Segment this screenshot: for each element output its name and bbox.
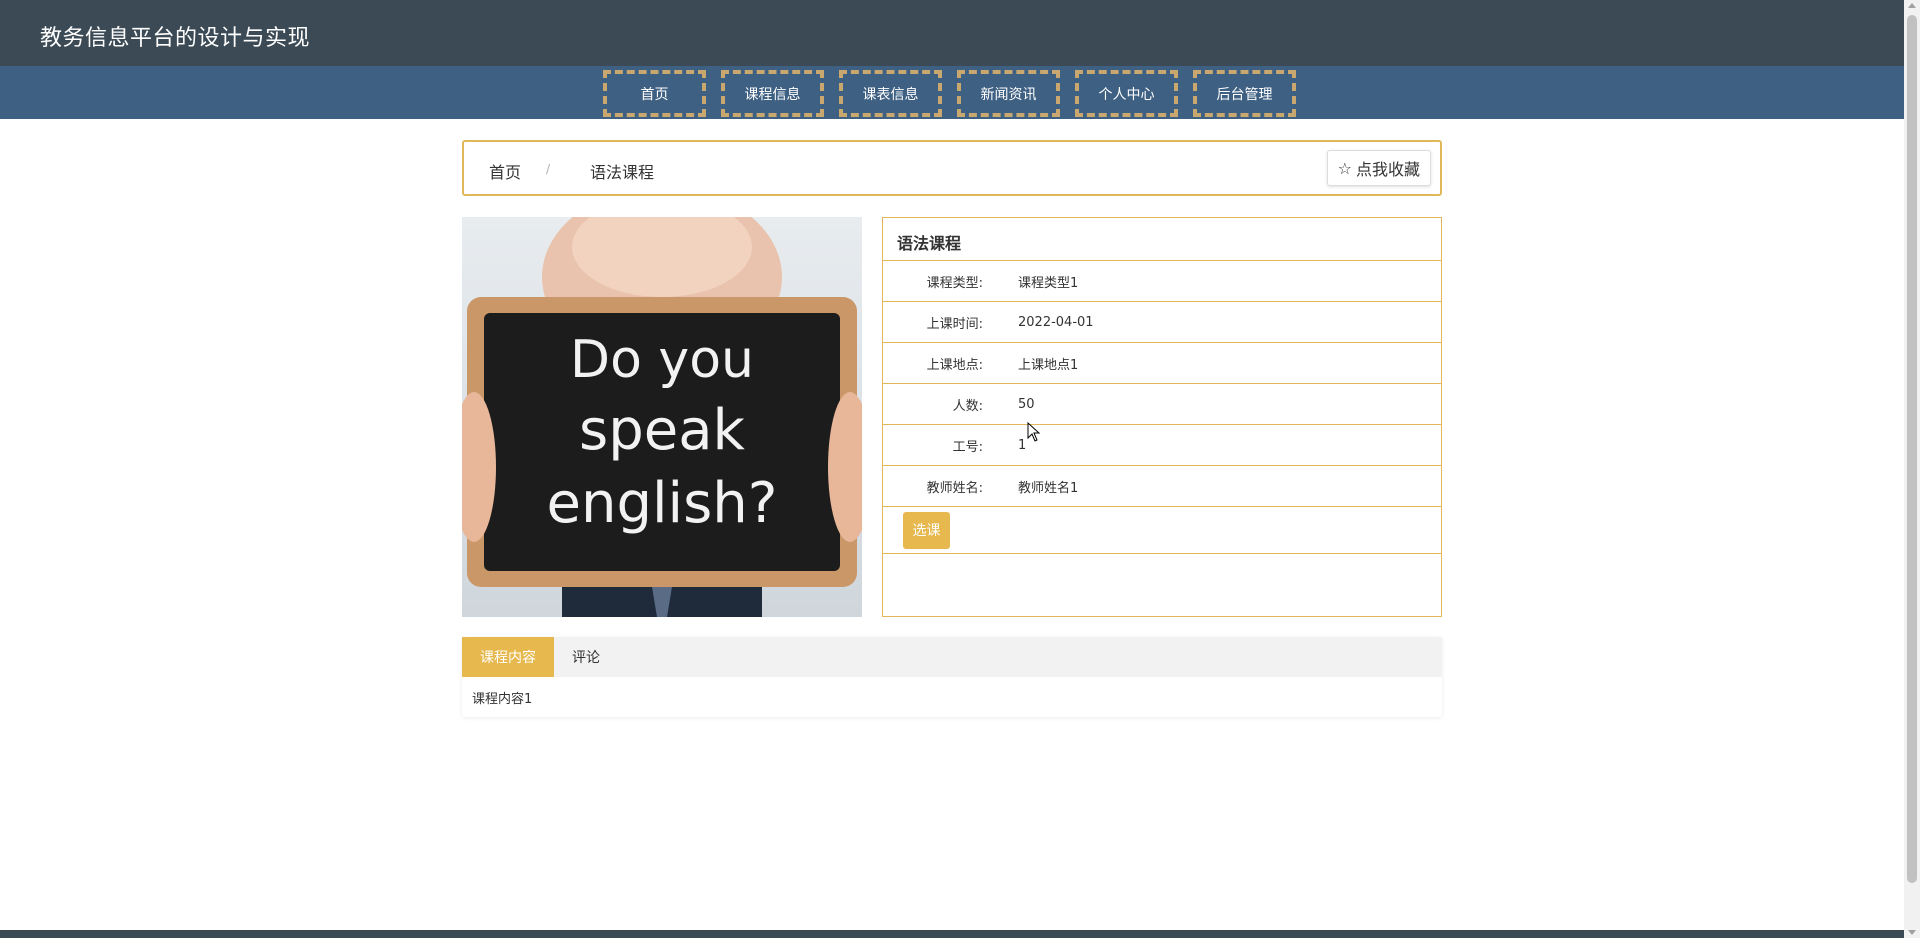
scroll-down-icon[interactable] [1908,930,1916,935]
info-label: 人数: [952,398,983,414]
image-line-1: Do you [570,330,754,390]
info-label: 工号: [952,439,983,455]
breadcrumb: 首页 / 语法课程 ☆ 点我收藏 [462,140,1442,196]
top-header: 教务信息平台的设计与实现 [0,0,1904,66]
image-line-2: speak [579,398,745,463]
tab-content: 课程内容1 [472,692,533,707]
info-row-capacity: 人数: 50 [883,384,1441,425]
info-value: 上课地点1 [1018,357,1079,373]
star-outline-icon: ☆ [1337,158,1352,178]
scroll-thumb[interactable] [1907,15,1917,883]
image-line-3: english? [547,471,778,536]
scroll-up-icon[interactable] [1908,3,1916,8]
nav-item-admin[interactable]: 后台管理 [1193,70,1296,117]
site-title: 教务信息平台的设计与实现 [40,26,311,51]
info-row-time: 上课时间: 2022-04-01 [883,302,1441,343]
info-label: 上课地点: [926,357,983,373]
course-tabs: 课程内容 评论 课程内容1 [462,637,1442,717]
select-course-button[interactable]: 选课 [903,511,950,549]
course-title: 语法课程 [883,218,1441,261]
breadcrumb-current: 语法课程 [590,163,655,182]
scrollbar[interactable] [1904,0,1920,938]
favorite-label: 点我收藏 [1355,160,1420,179]
info-value: 教师姓名1 [1018,480,1079,496]
main-nav: 首页 课程信息 课表信息 新闻资讯 个人中心 后台管理 [0,66,1904,119]
course-info-panel: 语法课程 课程类型: 课程类型1 上课时间: 2022-04-01 上课地点: … [882,217,1442,617]
course-image: Do you speak english? [462,217,862,617]
tab-comments[interactable]: 评论 [554,637,618,677]
breadcrumb-separator: / [546,162,551,176]
nav-item-schedule[interactable]: 课表信息 [839,70,942,117]
nav-item-home[interactable]: 首页 [603,70,706,117]
footer-strip [0,930,1904,938]
tab-bar: 课程内容 评论 [462,637,1442,677]
info-value: 50 [1018,396,1035,412]
nav-item-courses[interactable]: 课程信息 [721,70,824,117]
breadcrumb-home[interactable]: 首页 [489,159,521,183]
tab-course-content[interactable]: 课程内容 [462,637,554,677]
nav-item-news[interactable]: 新闻资讯 [957,70,1060,117]
info-row-type: 课程类型: 课程类型1 [883,261,1441,302]
info-value: 课程类型1 [1018,275,1079,291]
info-row-location: 上课地点: 上课地点1 [883,343,1441,384]
nav-item-profile[interactable]: 个人中心 [1075,70,1178,117]
info-label: 课程类型: [926,275,983,291]
action-row: 选课 [883,507,1441,554]
favorite-button[interactable]: ☆ 点我收藏 [1326,150,1431,186]
mouse-cursor-icon [1027,422,1041,442]
info-value: 2022-04-01 [1018,314,1094,330]
info-value: 1 [1018,437,1027,453]
info-row-teacher: 教师姓名: 教师姓名1 [883,466,1441,507]
info-label: 教师姓名: [926,480,983,496]
info-label: 上课时间: [926,316,983,332]
course-photo: Do you speak english? [462,217,862,617]
nav-list: 首页 课程信息 课表信息 新闻资讯 个人中心 后台管理 [603,70,1296,117]
info-row-staff-id: 工号: 1 [883,425,1441,466]
